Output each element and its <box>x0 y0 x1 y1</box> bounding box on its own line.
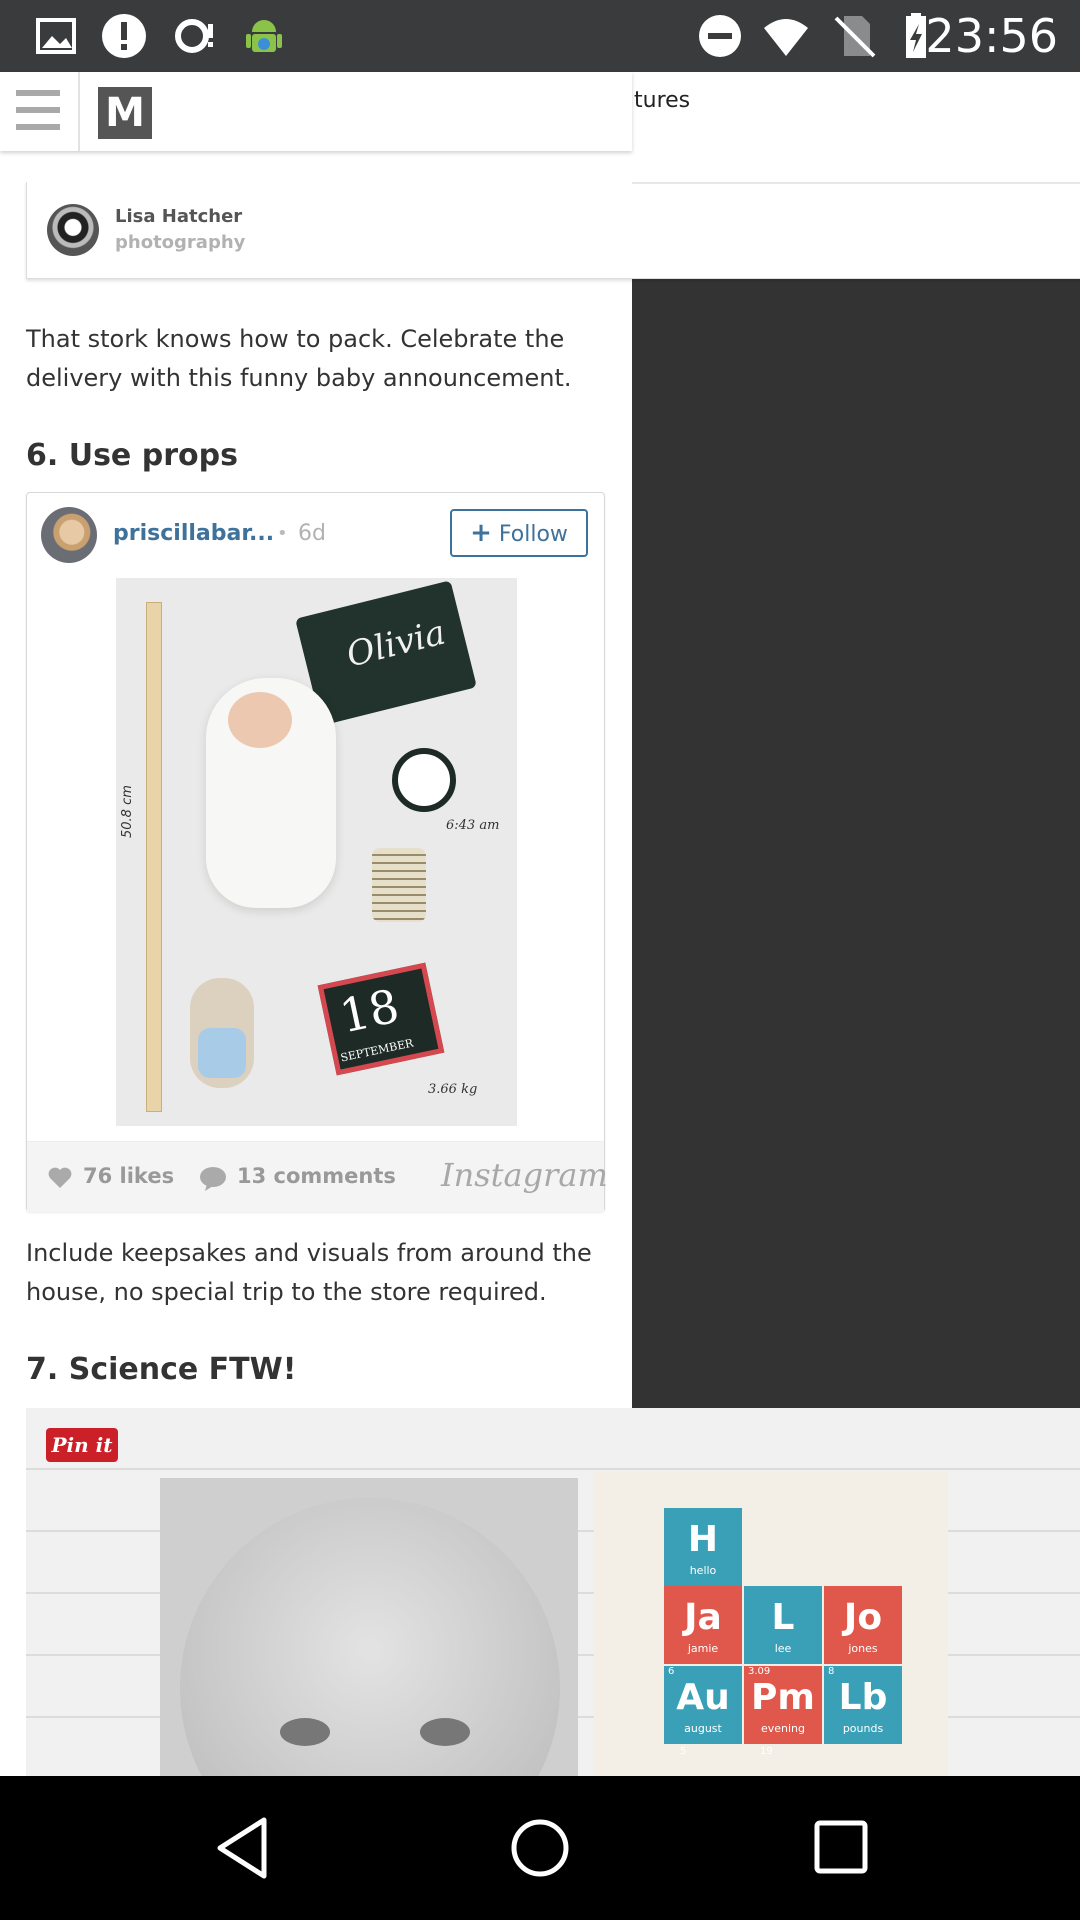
android-debug-icon <box>246 20 282 52</box>
element-tile: Llee <box>744 1586 822 1664</box>
instagram-photo[interactable]: 50.8 cm Olivia 6:43 am 18 SEPTEMBER 3.66… <box>116 578 517 1126</box>
baby-face <box>228 692 292 748</box>
recents-icon[interactable] <box>814 1820 868 1874</box>
separator-dot: • <box>277 523 288 544</box>
element-number: 5 <box>680 1746 687 1757</box>
section-heading: 7. Science FTW! <box>26 1352 297 1387</box>
plus-icon: + <box>470 518 492 548</box>
element-label: lee <box>774 1642 792 1655</box>
element-number: 3.09 <box>748 1666 771 1677</box>
element-symbol: Au <box>676 1677 730 1718</box>
element-symbol: Jo <box>843 1597 883 1638</box>
top-bar: M <box>0 72 632 151</box>
element-number: 8 <box>828 1666 835 1677</box>
baby-photo <box>160 1478 578 1776</box>
ig-username[interactable]: priscillabar... <box>113 521 274 546</box>
likes-count[interactable]: 76 likes <box>83 1164 174 1188</box>
element-symbol: Pm <box>751 1677 815 1718</box>
navigation-bar <box>0 1776 1080 1920</box>
clock: 23:56 <box>925 9 1058 63</box>
divider <box>78 72 80 151</box>
heart-icon[interactable] <box>47 1166 73 1190</box>
element-symbol: Ja <box>684 1597 722 1638</box>
element-label: hello <box>689 1564 717 1577</box>
side-panel-overlay <box>632 278 1080 1408</box>
do-not-disturb-icon <box>699 15 741 57</box>
element-symbol: L <box>771 1597 795 1638</box>
sync-icon <box>175 19 213 53</box>
element-tile: Lb pounds <box>824 1666 902 1744</box>
follow-label: Follow <box>498 522 568 547</box>
follow-button[interactable]: + Follow <box>450 509 588 557</box>
time-text: 6:43 am <box>446 818 500 833</box>
element-tile: Au august <box>664 1666 742 1744</box>
ig-footer: 76 likes 13 comments Instagram <box>27 1141 608 1212</box>
alert-icon <box>102 14 146 58</box>
author-subtitle: photography <box>115 232 246 253</box>
paragraph: That stork knows how to pack. Celebrate … <box>26 325 572 392</box>
post-age: 6d <box>298 521 326 546</box>
ruler <box>146 602 162 1112</box>
avatar[interactable] <box>41 507 97 563</box>
letter-block <box>372 848 426 922</box>
clock-icon <box>392 748 456 812</box>
element-label: evening <box>760 1722 806 1735</box>
pin-it-button[interactable]: Pin it <box>46 1428 118 1462</box>
science-announcement-image[interactable]: Pin it Hhello Ja jamie Llee Jo jones Au august P… <box>26 1408 1080 1776</box>
element-tile: Hhello <box>664 1508 742 1586</box>
periodic-table-card: Hhello Ja jamie Llee Jo jones Au august Pm evenin… <box>594 1472 948 1776</box>
author-card[interactable]: Lisa Hatcher photography <box>26 182 1080 279</box>
weight-text: 3.66 kg <box>428 1082 478 1097</box>
element-number: 19 <box>760 1746 773 1757</box>
background-tab-text: tures <box>634 88 691 113</box>
element-label: jamie <box>687 1642 719 1655</box>
element-label: jones <box>848 1642 878 1655</box>
instagram-logo[interactable]: Instagram <box>441 1156 608 1194</box>
element-number: 6 <box>668 1666 675 1677</box>
element-tile: Jo jones <box>824 1586 902 1664</box>
element-symbol: H <box>687 1519 719 1560</box>
wifi-icon <box>764 19 808 56</box>
instagram-embed: priscillabar... • 6d + Follow 50.8 cm Ol… <box>26 492 608 1212</box>
teddy-outfit <box>198 1028 246 1078</box>
status-bar: 23:56 <box>0 0 1080 72</box>
menu-icon[interactable] <box>16 90 60 130</box>
author-name: Lisa Hatcher <box>115 206 243 227</box>
background-page-header <box>632 72 1080 184</box>
image-icon <box>36 18 76 54</box>
paragraph: Include keepsakes and visuals from aroun… <box>26 1239 592 1306</box>
ruler-text: 50.8 cm <box>120 785 135 838</box>
element-label: august <box>684 1722 722 1735</box>
section-heading: 6. Use props <box>26 438 238 473</box>
element-tile: Pm evening <box>744 1666 822 1744</box>
home-icon[interactable] <box>510 1818 570 1878</box>
element-tile: Ja jamie <box>664 1586 742 1664</box>
comment-icon[interactable] <box>199 1166 227 1192</box>
element-symbol: Lb <box>838 1677 888 1718</box>
comments-count[interactable]: 13 comments <box>237 1164 396 1188</box>
back-icon[interactable] <box>214 1816 270 1880</box>
element-label: pounds <box>842 1722 884 1735</box>
no-sim-icon <box>834 16 876 58</box>
site-logo[interactable]: M <box>98 87 152 139</box>
avatar <box>47 204 99 256</box>
